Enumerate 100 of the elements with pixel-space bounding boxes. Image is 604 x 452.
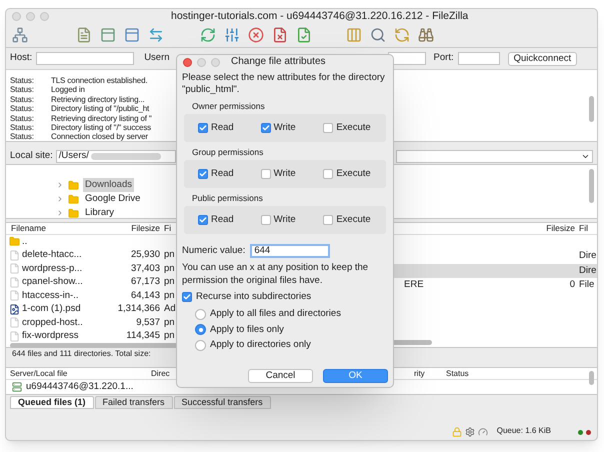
file-size: 64,143 <box>130 290 160 301</box>
log-message: Directory listing of "/public_ht <box>51 104 150 114</box>
scrollbar-thumb[interactable] <box>589 96 594 122</box>
queue-tab[interactable]: Successful transfers <box>174 396 271 409</box>
file-icon <box>8 276 20 288</box>
file-size: 114,345 <box>126 330 160 342</box>
cancel-icon[interactable] <box>248 27 264 43</box>
window-icon[interactable] <box>124 27 140 43</box>
checkbox[interactable] <box>323 169 334 179</box>
checkbox-label: Read <box>211 212 234 227</box>
file-name[interactable]: fix-wordpress <box>22 330 78 342</box>
local-site-field[interactable]: /Users/ <box>56 150 176 162</box>
local-site-label: Local site: <box>10 148 53 163</box>
local-site-path: /Users/ <box>58 148 89 163</box>
group-title: Owner permissions <box>192 101 266 112</box>
column-header[interactable]: Status <box>444 368 469 380</box>
filter-icon[interactable] <box>224 27 240 43</box>
file-type: pn <box>164 249 175 260</box>
file-icon <box>8 250 20 261</box>
file-icon <box>8 290 20 302</box>
file-name[interactable]: .. <box>22 236 28 247</box>
group-title: Public permissions <box>192 193 264 204</box>
gear-icon <box>464 427 475 437</box>
file-icon <box>8 317 20 328</box>
radio-label: Apply to all files and directories <box>210 307 341 322</box>
cancel-button[interactable]: Cancel <box>248 369 313 383</box>
checkbox[interactable] <box>198 215 208 225</box>
blurred-text <box>90 152 161 160</box>
dialog-title: Change file attributes <box>231 56 326 68</box>
column-header[interactable]: Fi <box>162 222 172 235</box>
column-header[interactable]: rity <box>414 368 444 380</box>
checkbox[interactable] <box>323 215 334 225</box>
tree-item[interactable]: Google Drive <box>83 192 142 206</box>
status-light-icon <box>586 430 591 435</box>
remote-site-field[interactable] <box>396 150 593 162</box>
tree-item[interactable]: Downloads <box>83 178 134 192</box>
checkbox[interactable] <box>260 123 271 133</box>
file-type: Ad <box>164 303 176 314</box>
log-label: Status: <box>10 94 35 104</box>
column-header[interactable]: Filesize <box>537 222 577 235</box>
quickconnect-button[interactable]: Quickconnect <box>508 52 578 66</box>
columns-icon[interactable] <box>346 27 362 43</box>
file-type: File <box>579 279 594 290</box>
file-check-icon[interactable] <box>296 27 312 43</box>
file-cross-icon[interactable] <box>272 27 288 43</box>
file-name[interactable]: delete-htacc... <box>22 249 82 260</box>
column-header[interactable]: Fil <box>577 222 597 235</box>
checkbox[interactable] <box>198 169 208 179</box>
log-label: Status: <box>10 76 35 86</box>
file-name[interactable]: wordpress-p... <box>22 262 82 274</box>
file-name[interactable]: cropped-host.. <box>22 316 83 328</box>
tree-item[interactable]: Library <box>83 206 116 220</box>
scrollbar-thumb[interactable] <box>589 169 594 203</box>
folder-icon <box>68 180 79 190</box>
queue-tab[interactable]: Queued files (1) <box>10 396 94 409</box>
panel-icon[interactable] <box>100 27 116 43</box>
checkbox-label: Execute <box>336 166 371 181</box>
document-icon[interactable] <box>76 27 92 43</box>
radio-button[interactable] <box>195 308 206 320</box>
image-file-icon <box>8 304 20 315</box>
network-icon[interactable] <box>12 27 28 43</box>
group-title: Group permissions <box>192 147 264 158</box>
file-name[interactable]: cpanel-show... <box>22 276 83 288</box>
search-icon[interactable] <box>370 27 386 43</box>
checkbox[interactable] <box>198 123 208 133</box>
file-size: 67,173 <box>130 276 160 288</box>
column-header[interactable]: Server/Local file <box>6 368 149 380</box>
status-light-icon <box>578 430 583 435</box>
queue-server[interactable]: u694443746@31.220.1... <box>26 380 134 394</box>
checkbox-label: Write <box>274 120 296 135</box>
queue-tab[interactable]: Failed transfers <box>94 396 173 409</box>
scrollbar-thumb[interactable] <box>392 340 432 344</box>
refresh-icon[interactable] <box>200 27 216 43</box>
folder-icon <box>68 194 79 204</box>
sync-icon[interactable] <box>394 27 410 43</box>
column-header[interactable]: Filename <box>6 222 102 235</box>
scrollbar-thumb[interactable] <box>589 371 594 385</box>
file-type: pn <box>164 290 175 301</box>
checkbox[interactable] <box>182 292 192 302</box>
checkbox-label: Write <box>274 166 296 181</box>
port-field[interactable] <box>458 52 500 65</box>
numeric-value-field[interactable]: 644 <box>250 244 330 258</box>
checkbox[interactable] <box>323 123 334 133</box>
checkbox[interactable] <box>260 215 271 225</box>
column-header[interactable]: Filesize <box>102 222 162 235</box>
checkbox[interactable] <box>260 169 271 179</box>
radio-button[interactable] <box>195 340 206 351</box>
column-header[interactable]: Direc <box>149 368 173 380</box>
log-message: Connection closed by server <box>51 132 148 142</box>
transfer-arrows-icon[interactable] <box>148 27 164 43</box>
radio-label: Apply to files only <box>210 322 284 337</box>
radio-button[interactable] <box>195 324 206 336</box>
host-field[interactable] <box>36 52 134 65</box>
queue-size: Queue: 1.6 KiB <box>496 425 551 437</box>
file-name[interactable]: htaccess-in-.. <box>22 290 78 301</box>
file-name[interactable]: 1-com (1).psd <box>22 303 81 314</box>
binoculars-icon[interactable] <box>418 27 434 43</box>
local-status-text: 644 files and 111 directories. Total size: <box>12 348 151 360</box>
file-type: Dire <box>579 264 596 276</box>
window-title: hostinger-tutorials.com - u694443746@31.220.16.212 - FileZilla <box>171 10 468 22</box>
